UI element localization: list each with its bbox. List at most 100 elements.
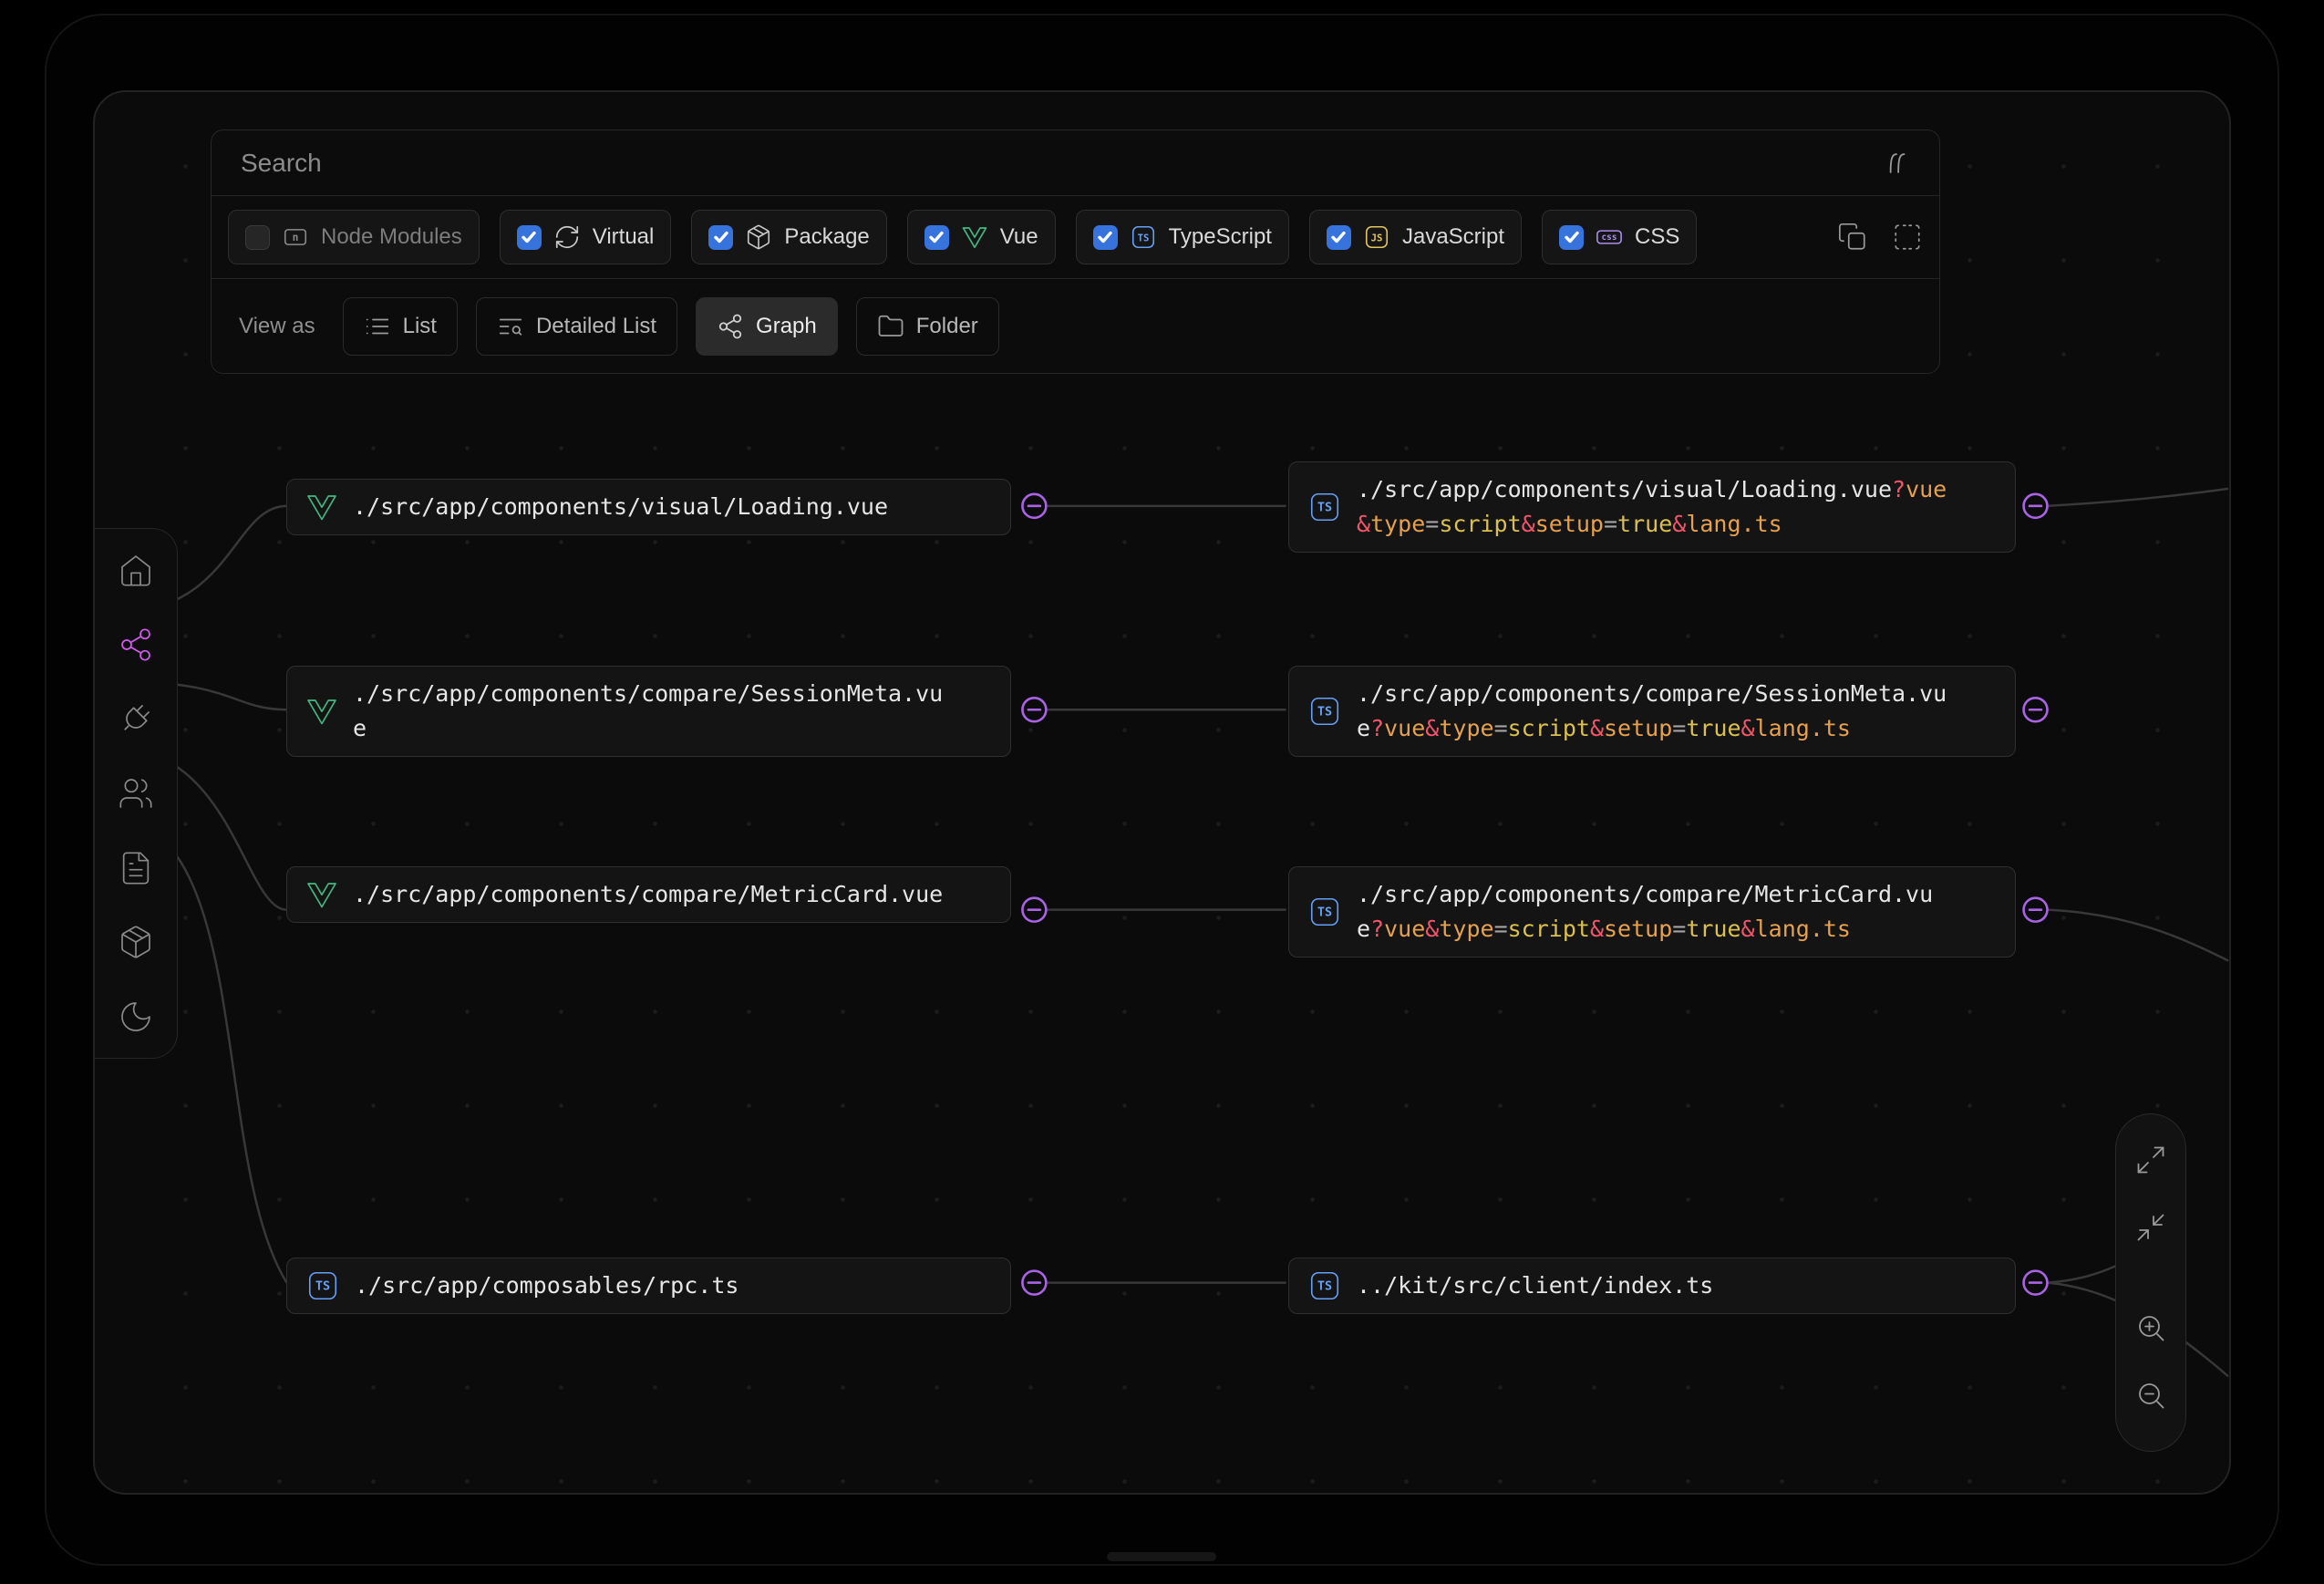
filter-label: JavaScript: [1402, 224, 1504, 250]
javascript-icon: JS: [1363, 223, 1390, 251]
fit-collapse-button[interactable]: [2125, 1198, 2176, 1257]
view-button-label: Detailed List: [536, 314, 656, 339]
sidebar-item-plugins[interactable]: [115, 698, 157, 740]
svg-text:css: css: [1602, 233, 1617, 243]
checkbox-checked[interactable]: [924, 225, 949, 250]
filter-label: CSS: [1635, 224, 1679, 250]
view-button-detailed-list[interactable]: Detailed List: [476, 297, 677, 356]
node-path-text: ./src/app/components/compare/MetricCard.…: [353, 877, 950, 912]
node-modules-icon: n: [282, 223, 309, 251]
svg-text:TS: TS: [1137, 232, 1149, 243]
home-icon: [118, 552, 154, 588]
svg-text:TS: TS: [1317, 705, 1332, 719]
graph-node[interactable]: TS ./src/app/components/visual/Loading.v…: [1288, 461, 2016, 553]
view-button-label: Graph: [756, 314, 817, 339]
graph-node[interactable]: ./src/app/components/compare/MetricCard.…: [286, 866, 1011, 923]
view-button-graph[interactable]: Graph: [696, 297, 838, 356]
minimize-icon: [2134, 1211, 2167, 1244]
view-button-list[interactable]: List: [343, 297, 458, 356]
typescript-icon: TS: [1130, 223, 1157, 251]
filter-label: TypeScript: [1169, 224, 1272, 250]
node-path-text: ./src/app/components/compare/SessionMeta…: [353, 677, 950, 746]
filter-chip-css[interactable]: css CSS: [1542, 210, 1697, 264]
sidebar-item-users[interactable]: [115, 772, 157, 814]
filter-chip-package[interactable]: Package: [691, 210, 886, 264]
search-input[interactable]: [239, 148, 1863, 179]
bezel-handle: [1107, 1552, 1216, 1561]
box-select-button[interactable]: [1892, 222, 1923, 253]
sidebar-item-docs[interactable]: [115, 847, 157, 889]
filter-chip-typescript[interactable]: TS TypeScript: [1076, 210, 1289, 264]
filter-chip-javascript[interactable]: JS JavaScript: [1309, 210, 1522, 264]
filter-chip-vue[interactable]: Vue: [907, 210, 1056, 264]
zoom-controls: [2115, 1113, 2186, 1452]
typescript-icon: TS: [1307, 895, 1342, 929]
regex-toggle-button[interactable]: [1881, 148, 1912, 179]
graph-node[interactable]: ./src/app/components/compare/SessionMeta…: [286, 666, 1011, 757]
copy-icon: [1837, 222, 1868, 253]
view-as-row: View as List Detailed List Graph Folder: [212, 278, 1939, 373]
svg-text:TS: TS: [1317, 1279, 1332, 1293]
folder-icon: [877, 313, 904, 340]
checkbox-checked[interactable]: [1559, 225, 1584, 250]
app-window: ./src/app/components/visual/Loading.vue …: [93, 90, 2231, 1495]
graph-node[interactable]: TS ../kit/src/client/index.ts: [1288, 1258, 2016, 1314]
filter-chip-virtual[interactable]: Virtual: [500, 210, 672, 264]
checkbox-checked[interactable]: [1327, 225, 1351, 250]
graph-icon: [717, 313, 744, 340]
graph-node[interactable]: TS ./src/app/composables/rpc.ts: [286, 1258, 1011, 1314]
checkbox-checked[interactable]: [517, 225, 542, 250]
zoom-out-button[interactable]: [2125, 1366, 2176, 1424]
fit-expand-button[interactable]: [2125, 1131, 2176, 1189]
checkbox-checked[interactable]: [708, 225, 733, 250]
sidebar-item-home[interactable]: [115, 549, 157, 591]
copy-button[interactable]: [1837, 222, 1868, 253]
sidebar-item-theme-toggle[interactable]: [115, 996, 157, 1038]
filter-chip-node-modules[interactable]: n Node Modules: [228, 210, 480, 264]
view-button-label: List: [403, 314, 437, 339]
checkbox-checked[interactable]: [1093, 225, 1118, 250]
plug-icon: [118, 700, 154, 737]
detailed-list-icon: [497, 313, 524, 340]
sidebar-item-packages[interactable]: [115, 921, 157, 963]
vue-icon: [305, 695, 338, 728]
node-path-text: ./src/app/composables/rpc.ts: [355, 1268, 952, 1303]
node-path-text: ./src/app/components/visual/Loading.vue?…: [1357, 472, 1954, 542]
users-icon: [118, 775, 154, 812]
typescript-icon: TS: [1307, 490, 1342, 524]
filter-label: Node Modules: [321, 224, 462, 250]
node-path-text: ./src/app/components/compare/MetricCard.…: [1357, 877, 1954, 947]
node-path-text: ../kit/src/client/index.ts: [1357, 1268, 1954, 1303]
svg-text:n: n: [293, 232, 299, 243]
view-button-folder[interactable]: Folder: [856, 297, 999, 356]
package-icon: [745, 223, 772, 251]
typescript-icon: TS: [305, 1268, 340, 1303]
virtual-icon: [553, 223, 581, 251]
node-path-text: ./src/app/components/visual/Loading.vue: [353, 490, 950, 524]
zoom-in-icon: [2134, 1311, 2167, 1344]
header-panel: n Node Modules Virtual Package Vue: [211, 129, 1940, 374]
typescript-icon: TS: [1307, 1268, 1342, 1303]
graph-node[interactable]: TS ./src/app/components/compare/MetricCa…: [1288, 866, 2016, 958]
checkbox-unchecked[interactable]: [245, 225, 270, 250]
regex-icon: [1881, 148, 1912, 179]
vue-icon: [305, 491, 338, 523]
sidebar-item-graph[interactable]: [115, 624, 157, 666]
filter-label: Virtual: [593, 224, 655, 250]
view-as-label: View as: [239, 314, 315, 339]
graph-node[interactable]: TS ./src/app/components/compare/SessionM…: [1288, 666, 2016, 757]
zoom-in-button[interactable]: [2125, 1299, 2176, 1357]
css-icon: css: [1596, 223, 1623, 251]
svg-text:JS: JS: [1371, 232, 1383, 243]
box-select-icon: [1892, 222, 1923, 253]
graph-icon: [118, 626, 154, 663]
vue-icon: [305, 878, 338, 911]
file-icon: [118, 850, 154, 886]
search-bar: [212, 130, 1939, 195]
svg-text:TS: TS: [1317, 501, 1332, 514]
sidebar: [95, 528, 178, 1059]
filter-label: Vue: [1000, 224, 1038, 250]
list-icon: [364, 313, 391, 340]
typescript-icon: TS: [1307, 694, 1342, 729]
graph-node[interactable]: ./src/app/components/visual/Loading.vue: [286, 479, 1011, 535]
